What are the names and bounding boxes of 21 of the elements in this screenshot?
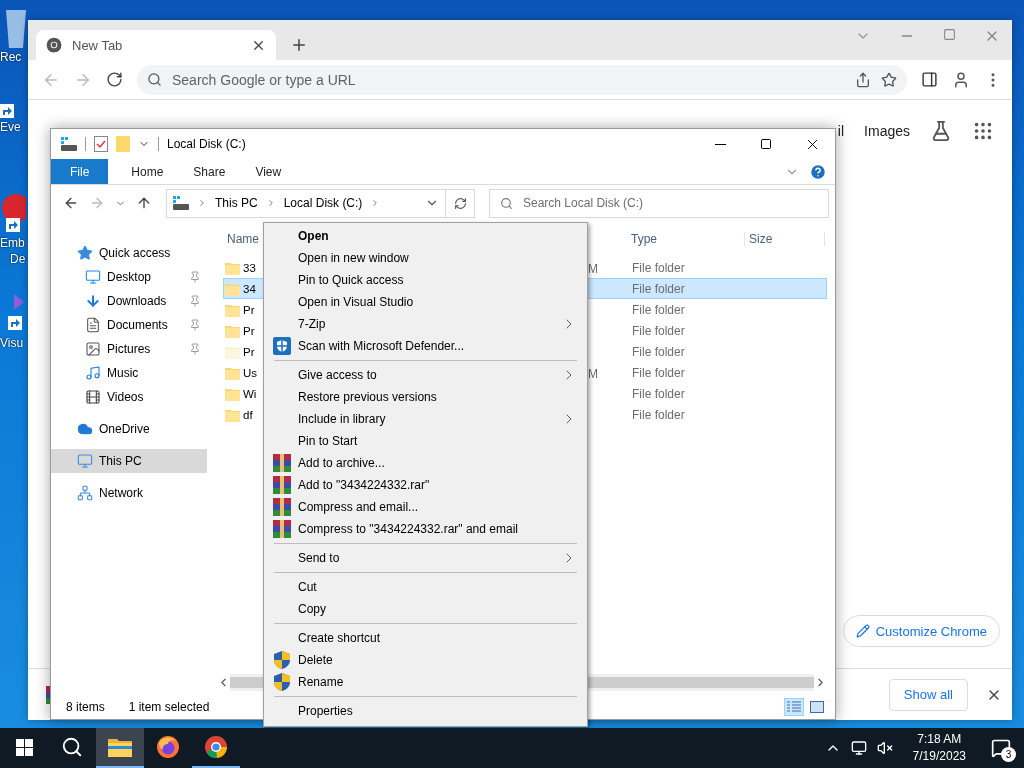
window-title: Local Disk (C:) bbox=[167, 137, 246, 151]
date-cell-text: M bbox=[587, 366, 598, 381]
type-cell-text: File folder bbox=[631, 260, 686, 275]
type-cell-text: File folder bbox=[631, 281, 686, 296]
type-cell-text: File folder bbox=[631, 302, 686, 317]
type-cell-text: File folder bbox=[631, 323, 686, 338]
file-name: Pr bbox=[243, 324, 255, 337]
file-name: df bbox=[243, 408, 253, 421]
type-cell-text: File folder bbox=[631, 344, 686, 359]
type-cell-text: File folder bbox=[631, 407, 686, 422]
file-name: Pr bbox=[243, 345, 255, 358]
selection-count: 1 item selected bbox=[128, 700, 210, 714]
file-name: Us bbox=[243, 366, 258, 379]
type-cell-text: File folder bbox=[631, 386, 686, 401]
item-count: 8 items bbox=[66, 700, 105, 714]
file-name: Pr bbox=[243, 303, 255, 316]
file-name: Wi bbox=[243, 387, 257, 400]
file-name: 33 bbox=[243, 261, 256, 274]
type-cell-text: File folder bbox=[631, 365, 686, 380]
file-name: 34 bbox=[243, 282, 256, 295]
date-cell-text: M bbox=[587, 261, 598, 276]
